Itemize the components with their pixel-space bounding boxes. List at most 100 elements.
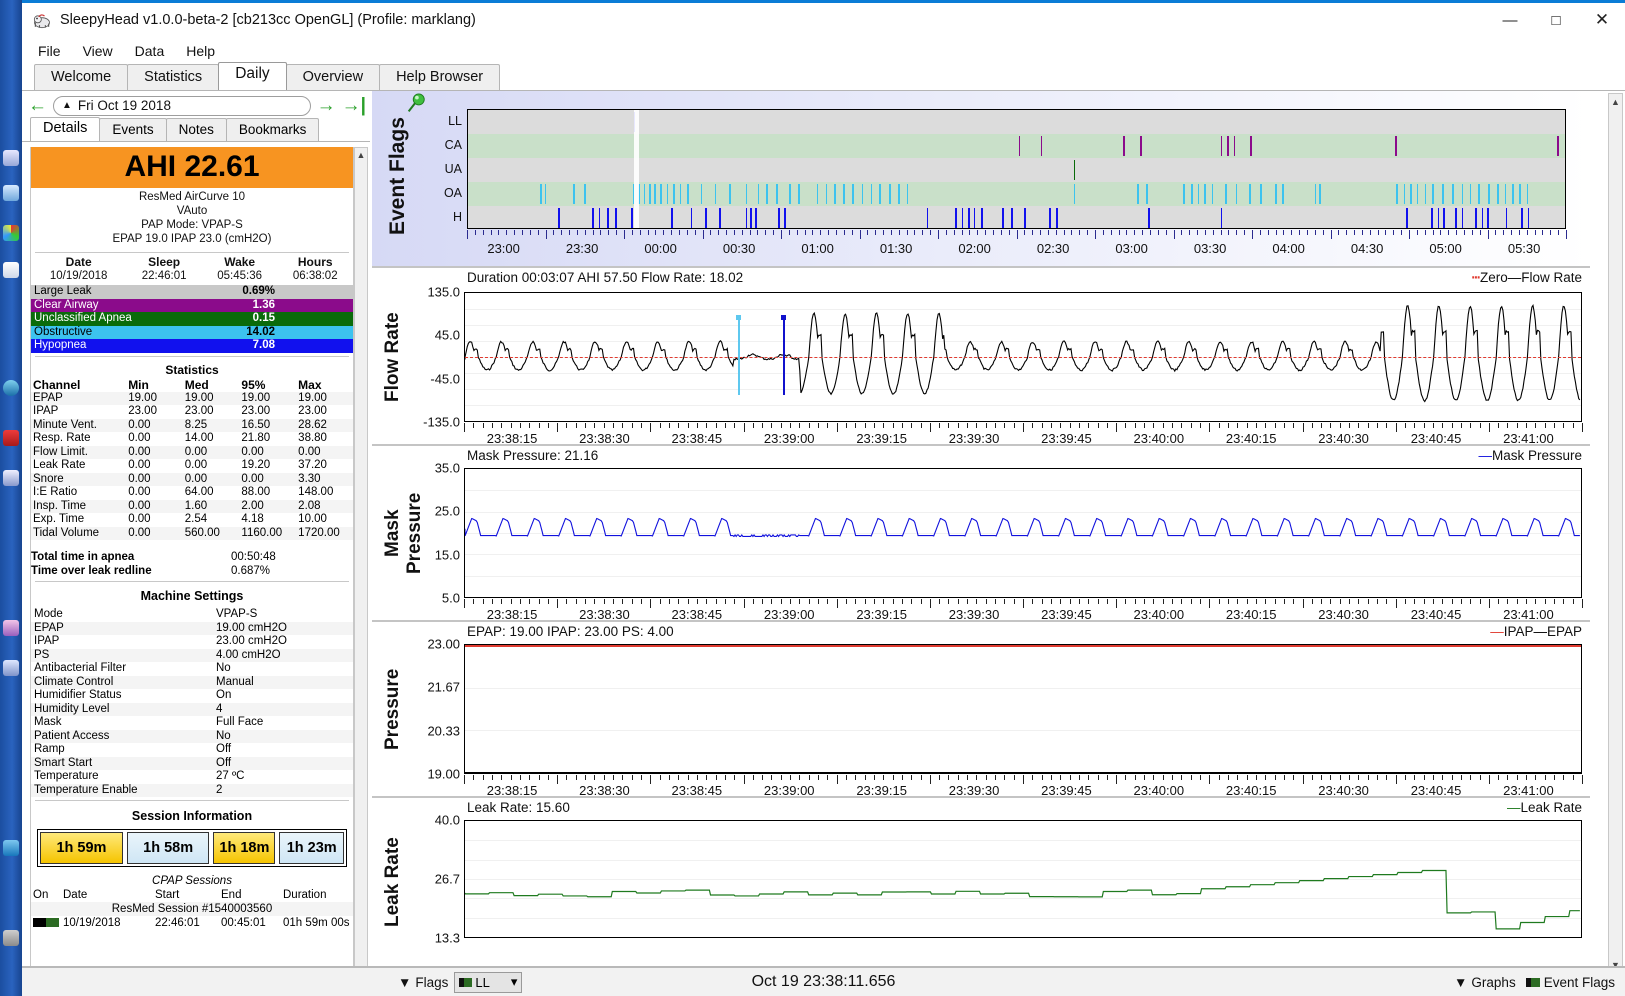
taskbar-icon-9[interactable]	[3, 660, 19, 676]
subtab-notes[interactable]: Notes	[166, 118, 227, 141]
taskbar-icon-5[interactable]	[3, 380, 19, 396]
tab-statistics[interactable]: Statistics	[127, 64, 219, 90]
event-mark-oa	[680, 184, 682, 204]
leak-redline-value: 0.687%	[231, 564, 270, 578]
tab-overview[interactable]: Overview	[286, 64, 380, 90]
prev-day-arrow[interactable]: ←	[28, 96, 47, 115]
summary-header-sleep: Sleep	[126, 256, 202, 270]
leak-rate-plot[interactable]	[464, 820, 1582, 938]
session-chip-3[interactable]: 1h 18m	[213, 832, 275, 864]
tab-daily[interactable]: Daily	[218, 62, 286, 90]
divider-2	[35, 356, 349, 357]
time-tick-label: 05:00	[1429, 241, 1462, 256]
setting-label: Antibacterial Filter	[31, 662, 213, 676]
taskbar-icon-8[interactable]	[3, 620, 19, 636]
last-day-arrow[interactable]: →|	[342, 96, 366, 115]
menu-file[interactable]: File	[28, 41, 71, 61]
subtab-details[interactable]: Details	[30, 117, 100, 141]
graphs-dropdown-button[interactable]: ▼ Graphs	[1454, 975, 1516, 990]
mask-pressure-chart[interactable]: Mask Pressure: 21.16 —Mask Pressure Mask…	[372, 444, 1590, 620]
event-mark-oa	[1396, 184, 1398, 204]
stat-channel: IPAP	[31, 405, 126, 419]
event-mark-h	[615, 208, 617, 228]
statistics-header-row: Channel Min Med 95% Max	[31, 378, 353, 392]
subtab-events[interactable]: Events	[99, 118, 166, 141]
minimize-button[interactable]: —	[1487, 3, 1533, 37]
maximize-button[interactable]: □	[1533, 3, 1579, 37]
setting-value: Manual	[213, 676, 353, 690]
session-information-title: Session Information	[31, 804, 353, 829]
taskbar-icon-10[interactable]	[3, 840, 19, 856]
setting-value: Off	[213, 743, 353, 757]
close-button[interactable]: ✕	[1579, 3, 1625, 37]
event-flags-toggle[interactable]: Event Flags	[1526, 975, 1615, 990]
pressure-plot[interactable]	[464, 644, 1582, 774]
event-label-clear-airway: Clear Airway	[31, 299, 185, 313]
time-tick-label: 00:00	[644, 241, 677, 256]
event-mark-h	[1406, 208, 1408, 228]
leak-rate-chart[interactable]: Leak Rate: 15.60 —Leak Rate Leak Rate 40…	[372, 796, 1590, 946]
details-scrollbar[interactable]: ▲ ▼	[354, 147, 368, 996]
y-tick-label: 21.67	[427, 680, 460, 695]
taskbar-icon-2[interactable]	[3, 185, 19, 201]
pressure-chart[interactable]: EPAP: 19.00 IPAP: 23.00 PS: 4.00 —IPAP—E…	[372, 620, 1590, 796]
stat-95: 88.00	[239, 486, 296, 500]
event-lane-ua	[468, 158, 1565, 182]
menu-bar: File View Data Help	[22, 39, 1625, 63]
tab-help-browser[interactable]: Help Browser	[379, 64, 500, 90]
flow-rate-plot[interactable]: OAH	[464, 292, 1582, 422]
mask-pressure-plot[interactable]	[464, 468, 1582, 598]
stat-channel: Resp. Rate	[31, 432, 126, 446]
details-tab-strip: Details Events Notes Bookmarks	[22, 117, 370, 142]
event-flags-chart[interactable]: Event Flags LL CA UA OA H 23:00 23:30 00…	[372, 91, 1590, 266]
event-mark-oa	[715, 184, 717, 204]
event-row-large-leak[interactable]: Large Leak 0.69%	[31, 285, 353, 299]
scroll-up-icon[interactable]: ▲	[355, 148, 367, 162]
menu-help[interactable]: Help	[176, 41, 225, 61]
event-flags-plot[interactable]	[467, 109, 1566, 229]
event-mark-oa	[1137, 184, 1139, 204]
flags-dropdown-button[interactable]: ▼ Flags	[398, 975, 448, 990]
taskbar-icon-3[interactable]	[3, 225, 19, 241]
event-mark-h	[1443, 208, 1445, 228]
next-day-arrow[interactable]: →	[317, 96, 336, 115]
menu-data[interactable]: Data	[125, 41, 175, 61]
tab-welcome[interactable]: Welcome	[34, 64, 128, 90]
cpap-sessions-table: On Date Start End Duration ResMed Sessio…	[31, 888, 353, 930]
stat-med: 23.00	[183, 405, 240, 419]
event-marker-oa[interactable]	[738, 316, 740, 395]
taskbar-icon-4[interactable]	[3, 262, 19, 278]
event-mark-ca	[1227, 136, 1229, 156]
taskbar-icon-1[interactable]	[3, 150, 19, 166]
machine-settings-table: Mode VPAP-S EPAP 19.00 cmH2O IPAP 23.00 cmH…	[31, 608, 353, 797]
taskbar-icon-7[interactable]	[3, 470, 19, 486]
summary-header-wake: Wake	[202, 256, 278, 270]
subtab-bookmarks[interactable]: Bookmarks	[226, 118, 320, 141]
pressure-legend: —IPAP—EPAP	[1490, 624, 1582, 639]
status-left-group: ▼ Flags LL ▾	[398, 972, 522, 993]
graphs-scrollbar[interactable]: ▲ ▼	[1608, 93, 1623, 973]
event-row-unclassified-apnea[interactable]: Unclassified Apnea 0.15	[31, 312, 353, 326]
session-chip-2[interactable]: 1h 58m	[127, 832, 209, 864]
stat-95: 0.00	[239, 446, 296, 460]
event-marker-h[interactable]	[783, 316, 785, 395]
flow-rate-chart[interactable]: Duration 00:03:07 AHI 57.50 Flow Rate: 1…	[372, 266, 1590, 444]
event-row-hypopnea[interactable]: Hypopnea 7.08	[31, 339, 353, 353]
date-picker[interactable]: ▲ Fri Oct 19 2018	[53, 96, 311, 116]
machine-model: VAuto	[31, 204, 353, 218]
event-row-clear-airway[interactable]: Clear Airway 1.36	[31, 299, 353, 313]
flag-select[interactable]: LL ▾	[454, 972, 522, 993]
window-title: SleepyHead v1.0.0-beta-2 [cb213cc OpenGL…	[60, 12, 476, 28]
menu-view[interactable]: View	[73, 41, 123, 61]
taskbar-icon-6[interactable]	[3, 430, 19, 446]
event-mark-oa	[584, 184, 586, 204]
event-row-obstructive[interactable]: Obstructive 14.02	[31, 326, 353, 340]
graphs-scroll-up-icon[interactable]: ▲	[1609, 94, 1622, 109]
event-mark-h	[1011, 208, 1013, 228]
stat-channel: Minute Vent.	[31, 419, 126, 433]
session-chip-4[interactable]: 1h 23m	[279, 832, 344, 864]
session-duration: 01h 59m 00s	[281, 916, 353, 930]
session-chip-1[interactable]: 1h 59m	[40, 832, 123, 864]
taskbar-icon-11[interactable]	[3, 930, 19, 946]
setting-label: PS	[31, 649, 213, 663]
